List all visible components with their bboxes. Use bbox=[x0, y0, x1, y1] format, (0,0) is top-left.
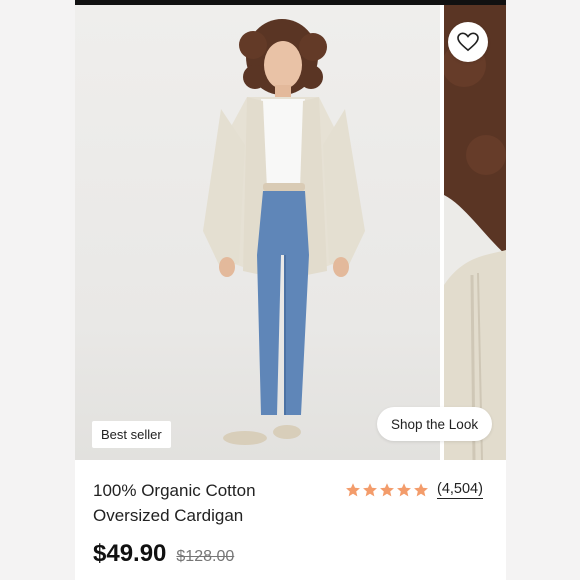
star-icon bbox=[414, 482, 428, 496]
price-block: $49.90 $128.00 bbox=[93, 540, 234, 568]
shop-the-look-button[interactable]: Shop the Look bbox=[377, 407, 493, 441]
star-icon bbox=[363, 482, 377, 496]
rating-stars bbox=[345, 482, 429, 498]
product-photo-main[interactable]: Best seller bbox=[75, 5, 440, 460]
best-seller-badge: Best seller bbox=[92, 421, 171, 448]
product-title-line-2: Oversized Cardigan bbox=[93, 506, 244, 525]
shop-the-look-label: Shop the Look bbox=[391, 416, 479, 432]
product-title: 100% Organic Cotton Oversized Cardigan bbox=[93, 478, 323, 528]
rating-count-link[interactable]: (4,504) bbox=[437, 480, 483, 499]
product-photo-next[interactable] bbox=[444, 5, 506, 460]
best-seller-label: Best seller bbox=[101, 427, 162, 442]
star-icon bbox=[380, 482, 394, 496]
product-rating[interactable]: (4,504) bbox=[345, 480, 483, 499]
product-card: Best seller Shop the Look 100% Organic C… bbox=[75, 0, 506, 580]
original-price: $128.00 bbox=[176, 548, 235, 565]
current-price: $49.90 bbox=[93, 540, 167, 567]
product-title-line-1: 100% Organic Cotton bbox=[93, 481, 256, 500]
star-icon bbox=[397, 482, 411, 496]
star-icon bbox=[346, 482, 360, 496]
favorite-button[interactable] bbox=[448, 22, 488, 62]
heart-outline-icon bbox=[457, 32, 479, 52]
model-illustration bbox=[203, 19, 365, 445]
detail-illustration bbox=[444, 5, 506, 460]
truncated-text-line bbox=[93, 574, 373, 580]
